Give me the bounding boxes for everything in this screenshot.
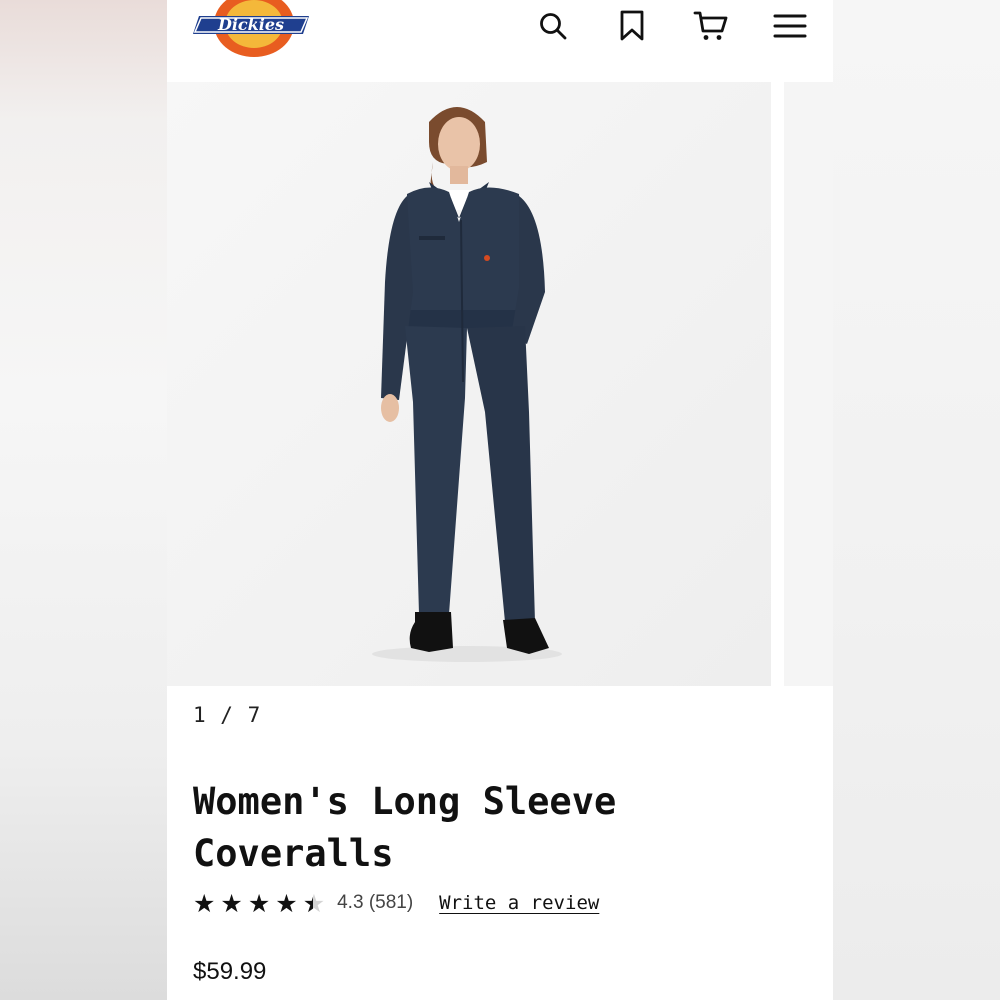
cart-icon[interactable] (691, 6, 731, 46)
star-rating[interactable]: ★ ★ ★ ★ ★★ (193, 891, 325, 916)
background-right (833, 0, 1000, 1000)
product-image[interactable] (167, 82, 771, 686)
star-icon: ★ (220, 888, 243, 918)
rating-summary: ★ ★ ★ ★ ★★ 4.3 (581) Write a review (193, 886, 599, 920)
bookmark-icon[interactable] (612, 6, 652, 46)
site-header: Dickies (167, 0, 833, 80)
coverall-illustration (167, 82, 771, 686)
half-star-icon: ★★ (302, 888, 326, 918)
star-icon: ★ (247, 888, 271, 918)
next-image-preview[interactable] (784, 82, 833, 686)
product-page: Dickies 1 / 7 Women's Long Sleeve Covera… (167, 0, 833, 1000)
gallery-counter: 1 / 7 (193, 703, 262, 727)
star-icon: ★ (275, 888, 298, 918)
review-count: (581) (368, 892, 414, 913)
star-icon: ★ (193, 888, 216, 918)
menu-icon[interactable] (770, 6, 810, 46)
svg-text:Dickies: Dickies (217, 15, 284, 34)
background-left (0, 0, 167, 1000)
rating-value: 4.3 (581) (337, 892, 414, 913)
product-price: $59.99 (193, 958, 267, 985)
search-icon[interactable] (533, 6, 573, 46)
write-review-link[interactable]: Write a review (439, 892, 599, 914)
dickies-logo[interactable]: Dickies (193, 0, 315, 60)
product-title: Women's Long Sleeve Coveralls (193, 780, 617, 875)
